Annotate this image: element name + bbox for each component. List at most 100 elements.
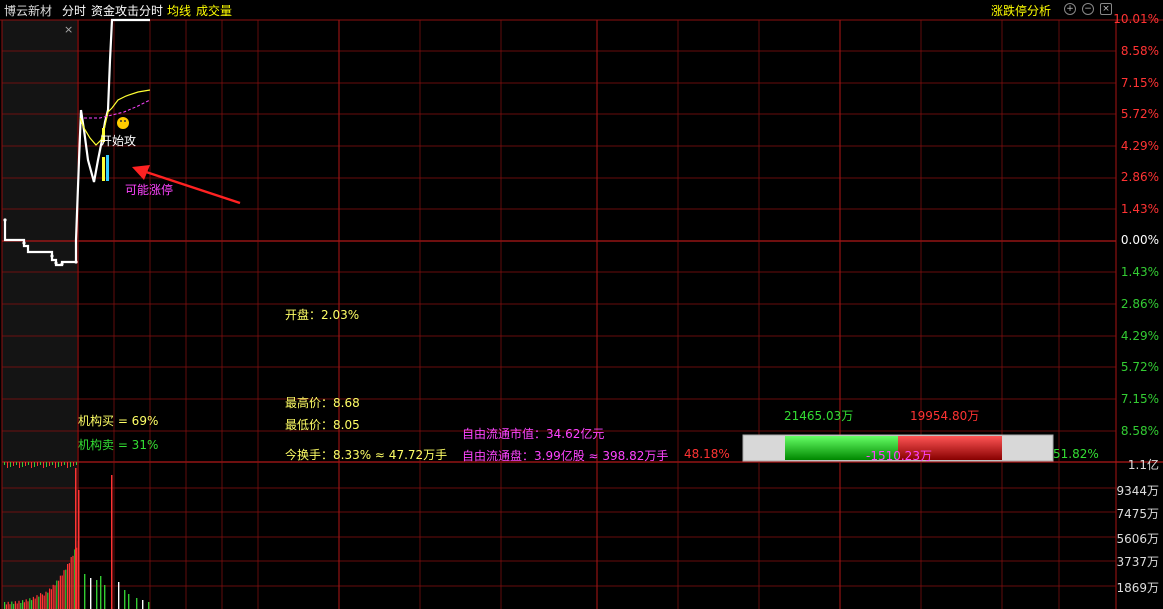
volume-tick <box>7 462 8 468</box>
axis-label-up: 4.29% <box>1120 139 1159 153</box>
attack-bar <box>106 155 109 181</box>
volume-bar <box>78 490 80 609</box>
volume-tick <box>52 462 53 465</box>
intraday-chart[interactable]: × <box>0 0 1163 609</box>
volume-bar <box>84 574 86 609</box>
volume-bar <box>45 591 47 609</box>
volume-tick <box>49 462 50 466</box>
axis-label-up: 5.72% <box>1120 107 1159 121</box>
price-point <box>3 218 7 222</box>
volume-tick <box>31 462 32 468</box>
limit-analysis-button[interactable]: 涨跌停分析 <box>991 2 1051 19</box>
volume-bar <box>65 569 67 609</box>
attack-line <box>84 99 151 119</box>
plus-circle-icon[interactable]: + <box>1064 3 1076 15</box>
volume-tick <box>67 462 68 468</box>
volume-bar <box>38 596 40 609</box>
volume-bar <box>124 590 126 609</box>
volume-bar <box>27 601 29 609</box>
start-attack-label: 开始攻 <box>100 134 137 148</box>
volume-tick <box>34 462 35 467</box>
volume-tick <box>22 462 23 467</box>
axis-label-down: 2.86% <box>1120 297 1159 311</box>
fund-inflow: 21465.03万 <box>784 409 854 423</box>
volume-bar <box>90 578 92 609</box>
volume-tick <box>43 462 44 468</box>
volume-bar <box>20 602 22 609</box>
volume-bar <box>142 600 144 609</box>
fund-left-percent: 48.18% <box>684 447 730 461</box>
attack-bar <box>102 157 105 181</box>
volume-bar <box>25 599 27 609</box>
face-icon <box>117 117 129 129</box>
volume-axis-label: 7475万 <box>1116 507 1159 521</box>
volume-tick <box>46 462 47 467</box>
volume-bar <box>68 563 70 609</box>
volume-bar <box>70 557 72 609</box>
axis-label-zero: 0.00% <box>1120 233 1159 247</box>
volume-bar <box>54 585 56 609</box>
indicator-name[interactable]: 资金攻击分时 <box>91 2 163 19</box>
volume-bar <box>100 576 102 609</box>
axis-label-down: 5.72% <box>1120 360 1159 374</box>
chart-grid: × <box>0 19 1163 609</box>
volume-bar <box>104 585 106 609</box>
volume-tick <box>58 462 59 467</box>
institution-buy: 机构买 = 69% <box>78 414 159 428</box>
volume-bar <box>31 600 33 609</box>
volume-bar <box>49 588 51 609</box>
volume-bar <box>118 582 120 609</box>
volume-tick <box>10 462 11 467</box>
volume-bar <box>136 598 138 609</box>
axis-label-up: 8.58% <box>1120 44 1159 58</box>
institution-sell: 机构卖 = 31% <box>78 438 159 452</box>
volume-bar <box>13 603 15 609</box>
volume-tick <box>13 462 14 466</box>
volume-bar <box>50 589 52 609</box>
close-box-icon[interactable]: × <box>1100 3 1112 15</box>
minus-circle-icon[interactable]: − <box>1082 3 1094 15</box>
volume-bar <box>111 475 113 609</box>
avg-line-label[interactable]: 均线 <box>167 2 191 19</box>
volume-tick <box>19 462 20 468</box>
chart-close-mark: × <box>64 23 73 36</box>
tab-intraday[interactable]: 分时 <box>62 2 86 19</box>
axis-label-down: 7.15% <box>1120 392 1159 406</box>
volume-label[interactable]: 成交量 <box>196 2 232 19</box>
volume-tick <box>37 462 38 466</box>
high-price: 最高价：8.68 <box>285 396 360 410</box>
volume-bar <box>128 594 130 609</box>
volume-bar <box>11 601 13 609</box>
stock-name[interactable]: 博云新材 <box>4 2 52 19</box>
volume-tick <box>4 462 5 465</box>
volume-bar <box>23 602 25 609</box>
axis-label-up: 7.15% <box>1120 76 1159 90</box>
volume-bar <box>96 580 98 609</box>
volume-bar <box>43 595 45 609</box>
axis-label-up: 1.43% <box>1120 202 1159 216</box>
volume-tick <box>55 462 56 468</box>
price-point <box>60 262 64 266</box>
pre-open-panel <box>2 20 77 609</box>
volume-bar <box>67 563 69 609</box>
volume-bar <box>63 570 65 609</box>
open-percent: 开盘：2.03% <box>285 308 360 322</box>
price-point <box>54 261 58 265</box>
volume-bar <box>47 592 49 609</box>
face-eye <box>124 120 126 122</box>
volume-bar <box>18 600 20 609</box>
volume-bar <box>34 598 36 609</box>
volume-tick <box>76 462 77 465</box>
volume-tick <box>61 462 62 466</box>
axis-label-down: 1.43% <box>1120 265 1159 279</box>
fund-outflow: 19954.80万 <box>910 409 980 423</box>
volume-tick <box>16 462 17 465</box>
volume-bar <box>58 580 60 609</box>
volume-bar <box>5 604 7 609</box>
volume-tick <box>70 462 71 467</box>
volume-bar <box>61 575 63 609</box>
volume-bar <box>75 468 77 609</box>
axis-label-up: 10.01% <box>1113 12 1159 26</box>
volume-bar <box>7 601 9 609</box>
volume-tick <box>28 462 29 465</box>
